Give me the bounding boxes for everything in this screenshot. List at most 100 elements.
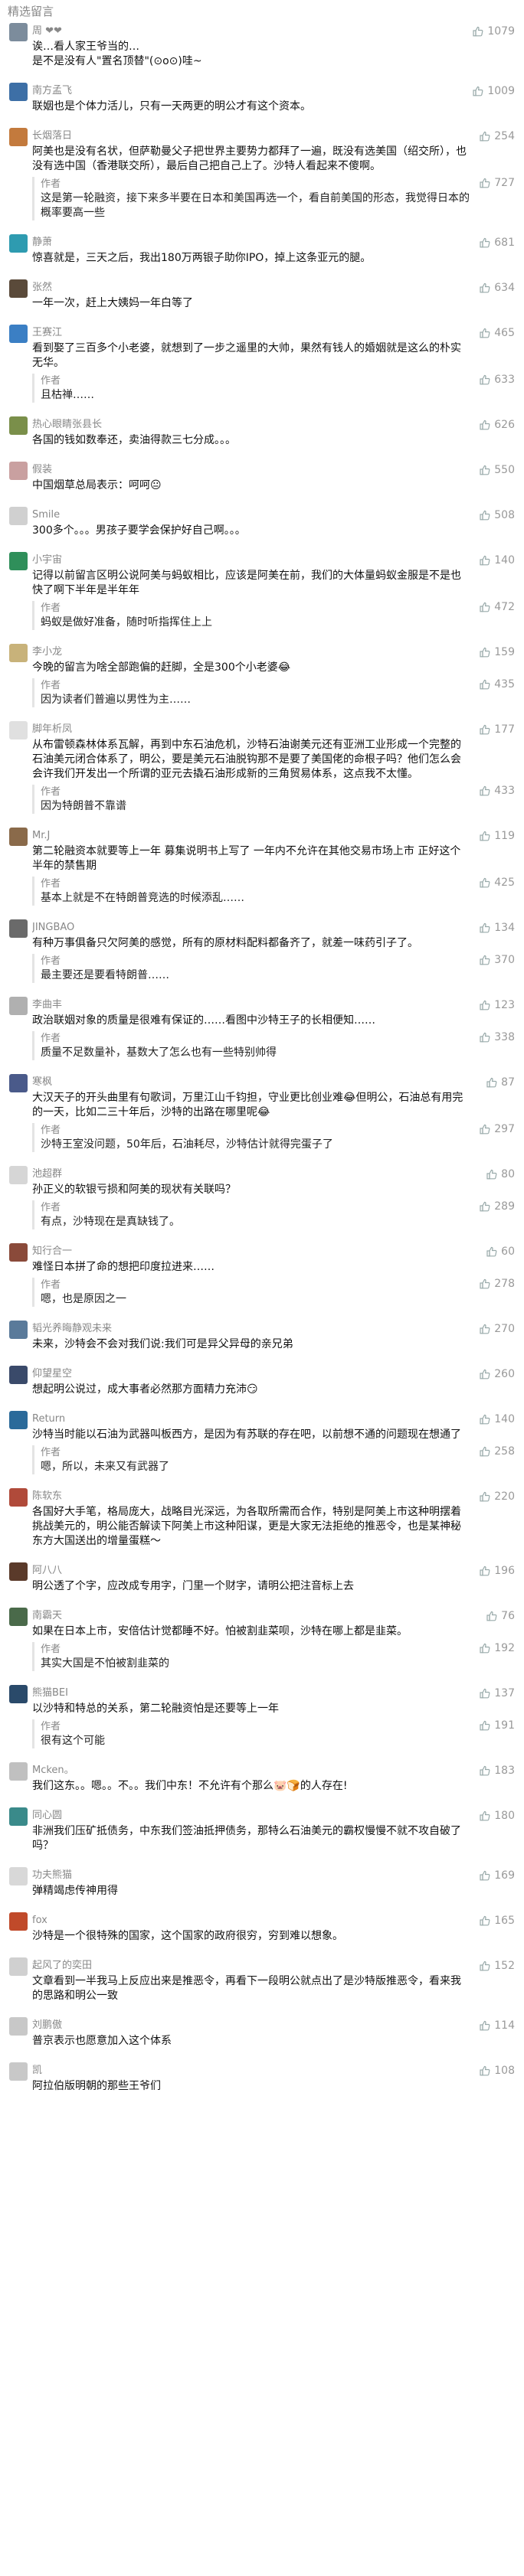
like-count: 1079: [487, 25, 515, 38]
avatar[interactable]: [9, 1411, 28, 1429]
like-button[interactable]: 180: [479, 1810, 515, 1822]
like-button[interactable]: 108: [479, 2065, 515, 2077]
like-button[interactable]: 634: [479, 282, 515, 294]
reply-like-button[interactable]: 727: [479, 177, 515, 189]
like-button[interactable]: 152: [479, 1960, 515, 1972]
like-button[interactable]: 134: [479, 922, 515, 934]
avatar[interactable]: [9, 23, 28, 41]
like-button[interactable]: 60: [486, 1246, 515, 1258]
avatar[interactable]: [9, 234, 28, 253]
comment-text: 我们这东。。嗯。。不。。我们中东！不允许有个那么🐷🍞的人存在!: [32, 1780, 348, 1792]
reply-like-button[interactable]: 472: [479, 601, 515, 613]
reply-body: 作者 沙特王室没问题，50年后，石油耗尽，沙特估计就得完蛋子了: [32, 1123, 473, 1152]
reply-like-count: 258: [494, 1445, 515, 1458]
avatar[interactable]: [9, 1074, 28, 1092]
comment-item: 阿八八 196 明公透了个字，应改成专用字，门里一个财字，请明公把注音标上去: [0, 1562, 524, 1594]
like-button[interactable]: 1009: [472, 85, 515, 97]
thumbs-up-icon: [479, 327, 491, 339]
like-button[interactable]: 123: [479, 999, 515, 1011]
like-button[interactable]: 508: [479, 509, 515, 521]
reply-like-button[interactable]: 370: [479, 954, 515, 966]
comment-item: 起风了的奕田 152 文章看到一半我马上反应出来是推恶令，再看下一段明公就点出了是沙…: [0, 1957, 524, 2003]
thumbs-up-icon: [479, 1031, 491, 1043]
avatar[interactable]: [9, 644, 28, 662]
like-button[interactable]: 270: [479, 1323, 515, 1335]
like-button[interactable]: 681: [479, 237, 515, 249]
comment-spacer: [0, 814, 524, 828]
like-button[interactable]: 76: [486, 1610, 515, 1622]
comment-spacer: [0, 983, 524, 997]
reply-like-button[interactable]: 192: [479, 1642, 515, 1654]
like-button[interactable]: 626: [479, 419, 515, 431]
avatar[interactable]: [9, 721, 28, 739]
avatar[interactable]: [9, 1762, 28, 1781]
reply-like-button[interactable]: 435: [479, 678, 515, 691]
reply-like-button[interactable]: 338: [479, 1031, 515, 1043]
reply-text: 因为特朗普不靠谱: [41, 800, 126, 812]
avatar[interactable]: [9, 1957, 28, 1976]
comment-item: 南方孟飞 1009 联姻也是个体力活儿，只有一天两更的明公才有这个资本。: [0, 83, 524, 114]
avatar[interactable]: [9, 2017, 28, 2036]
like-button[interactable]: 165: [479, 1915, 515, 1927]
like-button[interactable]: 1079: [472, 25, 515, 38]
avatar[interactable]: [9, 1243, 28, 1262]
like-button[interactable]: 177: [479, 723, 515, 736]
avatar[interactable]: [9, 128, 28, 146]
reply-like-button[interactable]: 297: [479, 1123, 515, 1135]
like-button[interactable]: 465: [479, 327, 515, 339]
like-button[interactable]: 196: [479, 1565, 515, 1577]
like-button[interactable]: 550: [479, 464, 515, 476]
avatar[interactable]: [9, 462, 28, 480]
avatar[interactable]: [9, 279, 28, 298]
reply-text: 基本上就是不在特朗普竞选的时候添乱……: [41, 892, 244, 904]
avatar[interactable]: [9, 997, 28, 1015]
avatar[interactable]: [9, 828, 28, 846]
avatar[interactable]: [9, 552, 28, 570]
like-button[interactable]: 140: [479, 1413, 515, 1425]
like-button[interactable]: 87: [486, 1076, 515, 1089]
avatar[interactable]: [9, 416, 28, 435]
like-button[interactable]: 260: [479, 1368, 515, 1380]
author-reply: 作者 基本上就是不在特朗普竞选的时候添乱…… 425: [32, 877, 515, 906]
like-button[interactable]: 159: [479, 646, 515, 658]
avatar[interactable]: [9, 1867, 28, 1885]
commenter-name: 功夫熊猫: [32, 1869, 73, 1881]
avatar[interactable]: [9, 83, 28, 101]
like-button[interactable]: 137: [479, 1687, 515, 1699]
author-reply: 作者 且枯禅…… 633: [32, 374, 515, 403]
avatar[interactable]: [9, 1366, 28, 1384]
like-button[interactable]: 140: [479, 554, 515, 566]
avatar[interactable]: [9, 1912, 28, 1931]
thumbs-up-icon: [479, 237, 491, 249]
comment-spacer: [0, 2094, 524, 2107]
reply-like-button[interactable]: 289: [479, 1200, 515, 1213]
reply-like-button[interactable]: 278: [479, 1278, 515, 1290]
like-button[interactable]: 169: [479, 1869, 515, 1882]
like-button[interactable]: 183: [479, 1765, 515, 1777]
avatar[interactable]: [9, 507, 28, 525]
reply-like-button[interactable]: 258: [479, 1445, 515, 1458]
avatar[interactable]: [9, 919, 28, 938]
reply-like-button[interactable]: 191: [479, 1719, 515, 1732]
avatar[interactable]: [9, 1685, 28, 1703]
avatar[interactable]: [9, 1166, 28, 1184]
avatar[interactable]: [9, 325, 28, 343]
thumbs-up-icon: [479, 678, 491, 691]
avatar[interactable]: [9, 1488, 28, 1507]
like-button[interactable]: 254: [479, 130, 515, 142]
avatar[interactable]: [9, 1321, 28, 1339]
like-button[interactable]: 114: [479, 2019, 515, 2032]
avatar[interactable]: [9, 2062, 28, 2081]
like-button[interactable]: 80: [486, 1168, 515, 1180]
commenter-name: fox: [32, 1915, 47, 1926]
avatar[interactable]: [9, 1608, 28, 1626]
avatar[interactable]: [9, 1807, 28, 1826]
avatar[interactable]: [9, 1562, 28, 1581]
comment-header: Mcken。 183: [32, 1762, 515, 1779]
reply-like-button[interactable]: 433: [479, 785, 515, 797]
comment-header: 张然 634: [32, 279, 515, 296]
reply-like-button[interactable]: 425: [479, 877, 515, 889]
like-button[interactable]: 119: [479, 830, 515, 842]
like-button[interactable]: 220: [479, 1490, 515, 1503]
reply-like-button[interactable]: 633: [479, 374, 515, 386]
